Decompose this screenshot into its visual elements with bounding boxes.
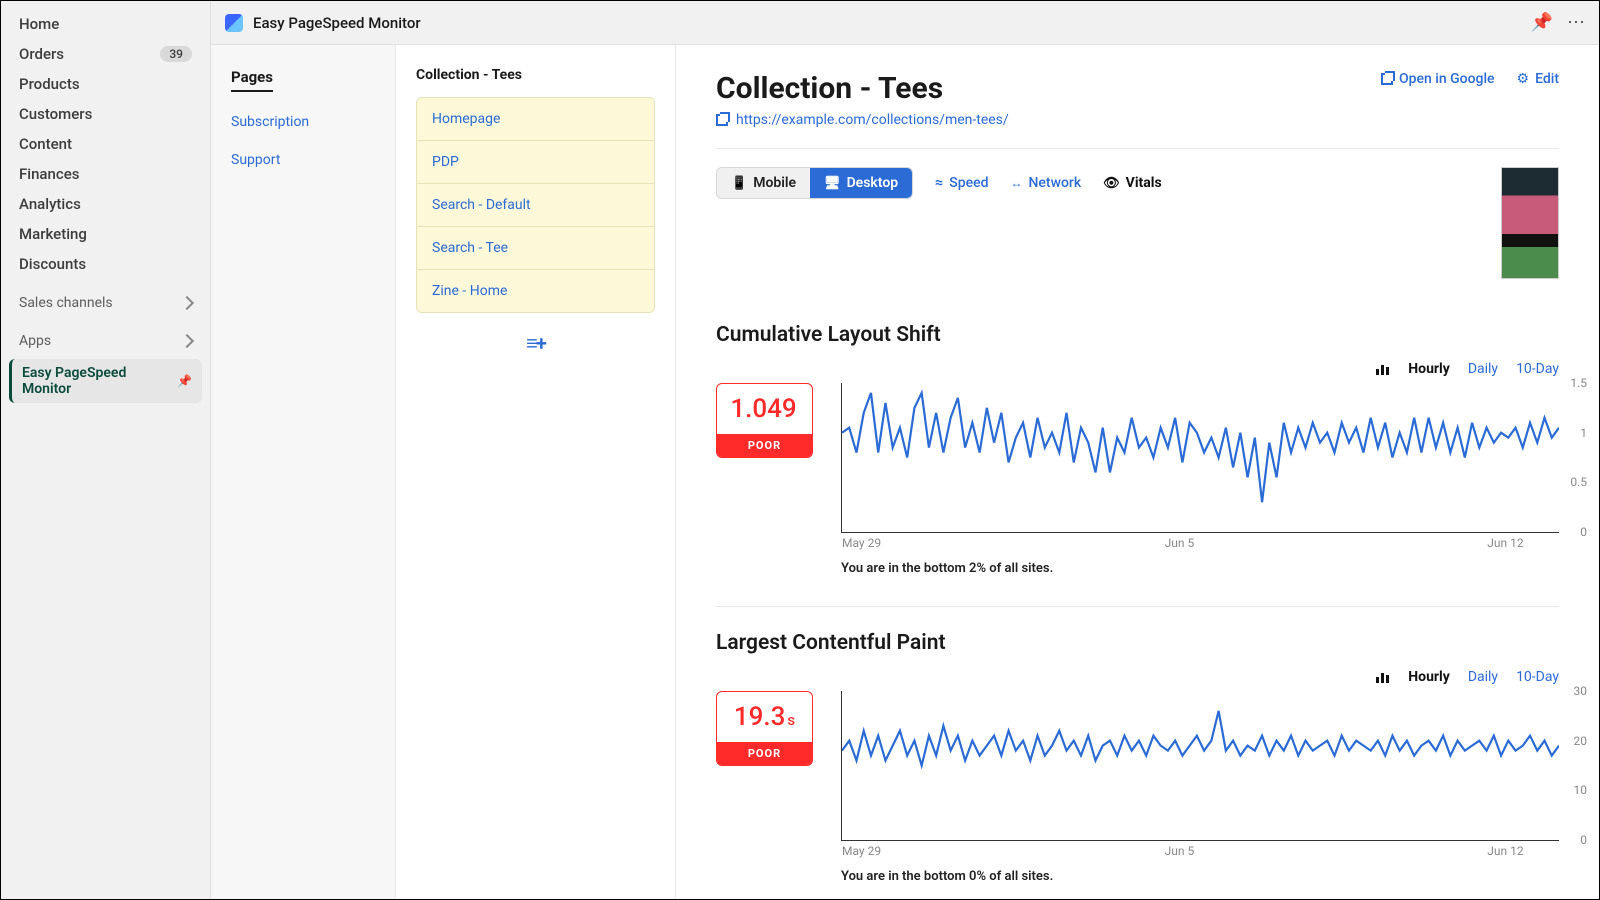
chart-lcp: 0102030May 29Jun 5Jun 12 <box>841 691 1559 841</box>
range-hourly[interactable]: Hourly <box>1408 669 1450 685</box>
monitored-item[interactable]: Search - Default <box>417 184 654 227</box>
nav-item-content[interactable]: Content <box>1 129 210 159</box>
metric-lcp: Largest Contentful Paint Hourly Daily 10… <box>716 631 1559 884</box>
apps-section[interactable]: Apps <box>1 317 210 355</box>
nav-item-finances[interactable]: Finances <box>1 159 210 189</box>
app-title: Easy PageSpeed Monitor <box>253 14 421 32</box>
y-tick: 20 <box>1574 734 1588 748</box>
nav-item-discounts[interactable]: Discounts <box>1 249 210 279</box>
y-tick: 30 <box>1574 684 1588 698</box>
device-segmented-control: Mobile Desktop <box>716 167 913 199</box>
admin-sidebar: HomeOrders39ProductsCustomersContentFina… <box>1 1 211 899</box>
range-10day[interactable]: 10-Day <box>1516 669 1559 685</box>
metric-title: Largest Contentful Paint <box>716 631 1559 655</box>
speed-icon <box>935 175 943 191</box>
x-tick: Jun 5 <box>1165 844 1195 858</box>
chevron-right-icon <box>180 334 194 348</box>
eye-icon <box>1103 175 1120 191</box>
bar-chart-icon[interactable] <box>1376 671 1390 683</box>
external-link-icon <box>716 114 728 126</box>
pinned-app-label: Easy PageSpeed Monitor <box>22 365 177 397</box>
nav-item-analytics[interactable]: Analytics <box>1 189 210 219</box>
y-tick: 1.5 <box>1570 376 1587 390</box>
page-thumbnail <box>1501 167 1559 279</box>
nav-item-home[interactable]: Home <box>1 9 210 39</box>
page-title: Collection - Tees <box>716 71 943 106</box>
score-grade: POOR <box>717 742 812 765</box>
monitored-item[interactable]: Zine - Home <box>417 270 654 312</box>
phone-icon <box>731 175 747 191</box>
external-link-icon <box>1381 73 1393 85</box>
pages-link-subscription[interactable]: Subscription <box>231 114 375 130</box>
range-daily[interactable]: Daily <box>1468 669 1498 685</box>
metric-cls: Cumulative Layout Shift Hourly Daily 10-… <box>716 323 1559 576</box>
view-tab-speed[interactable]: Speed <box>935 175 988 191</box>
apps-label: Apps <box>19 333 51 349</box>
device-tab-mobile[interactable]: Mobile <box>717 168 810 198</box>
x-tick: May 29 <box>842 536 881 550</box>
chart-cls: 00.511.5May 29Jun 5Jun 12 <box>841 383 1559 533</box>
more-actions-icon[interactable]: ⋯ <box>1567 12 1585 33</box>
sales-channels-label: Sales channels <box>19 295 113 311</box>
score-card-cls: 1.049 POOR <box>716 383 813 458</box>
monitored-item[interactable]: PDP <box>417 141 654 184</box>
metric-title: Cumulative Layout Shift <box>716 323 1559 347</box>
network-icon <box>1010 175 1022 191</box>
range-hourly[interactable]: Hourly <box>1408 361 1450 377</box>
pin-window-icon[interactable]: 📌 <box>1531 12 1553 33</box>
pages-tab[interactable]: Pages <box>231 68 273 92</box>
range-daily[interactable]: Daily <box>1468 361 1498 377</box>
chevron-right-icon <box>180 296 194 310</box>
topbar: Easy PageSpeed Monitor 📌 ⋯ <box>211 1 1599 45</box>
nav-item-orders[interactable]: Orders39 <box>1 39 210 69</box>
device-tab-desktop[interactable]: Desktop <box>810 168 912 198</box>
score-grade: POOR <box>717 434 812 457</box>
monitored-pages-panel: Collection - Tees HomepagePDPSearch - De… <box>396 45 676 899</box>
add-page-icon[interactable]: ≡+ <box>526 331 545 355</box>
app-logo-icon <box>225 14 243 32</box>
metric-caption: You are in the bottom 2% of all sites. <box>841 561 1559 576</box>
y-tick: 0 <box>1580 833 1587 847</box>
x-tick: Jun 12 <box>1487 536 1523 550</box>
edit-button[interactable]: Edit <box>1517 71 1559 87</box>
metric-caption: You are in the bottom 0% of all sites. <box>841 869 1559 884</box>
laptop-icon <box>824 175 841 191</box>
range-10day[interactable]: 10-Day <box>1516 361 1559 377</box>
gear-icon <box>1517 71 1530 87</box>
content-area: Collection - Tees Open in Google Edit <box>676 45 1599 899</box>
page-url-link[interactable]: https://example.com/collections/men-tees… <box>716 112 1559 128</box>
nav-item-products[interactable]: Products <box>1 69 210 99</box>
view-tab-vitals[interactable]: Vitals <box>1103 175 1162 191</box>
monitored-item[interactable]: Homepage <box>417 98 654 141</box>
y-tick: 1 <box>1580 426 1587 440</box>
y-tick: 0.5 <box>1570 475 1587 489</box>
nav-badge: 39 <box>160 46 192 62</box>
x-tick: May 29 <box>842 844 881 858</box>
open-in-google-button[interactable]: Open in Google <box>1381 71 1495 87</box>
sales-channels-section[interactable]: Sales channels <box>1 279 210 317</box>
pin-icon: 📌 <box>177 374 192 388</box>
monitored-heading: Collection - Tees <box>396 67 675 97</box>
view-tab-network[interactable]: Network <box>1010 175 1081 191</box>
nav-item-marketing[interactable]: Marketing <box>1 219 210 249</box>
x-tick: Jun 12 <box>1487 844 1523 858</box>
pages-link-support[interactable]: Support <box>231 152 375 168</box>
monitored-item[interactable]: Search - Tee <box>417 227 654 270</box>
y-tick: 0 <box>1580 525 1587 539</box>
y-tick: 10 <box>1574 783 1588 797</box>
bar-chart-icon[interactable] <box>1376 363 1390 375</box>
x-tick: Jun 5 <box>1165 536 1195 550</box>
pinned-app[interactable]: Easy PageSpeed Monitor 📌 <box>9 359 202 403</box>
nav-item-customers[interactable]: Customers <box>1 99 210 129</box>
pages-panel: Pages Subscription Support <box>211 45 396 899</box>
score-card-lcp: 19.3s POOR <box>716 691 813 766</box>
